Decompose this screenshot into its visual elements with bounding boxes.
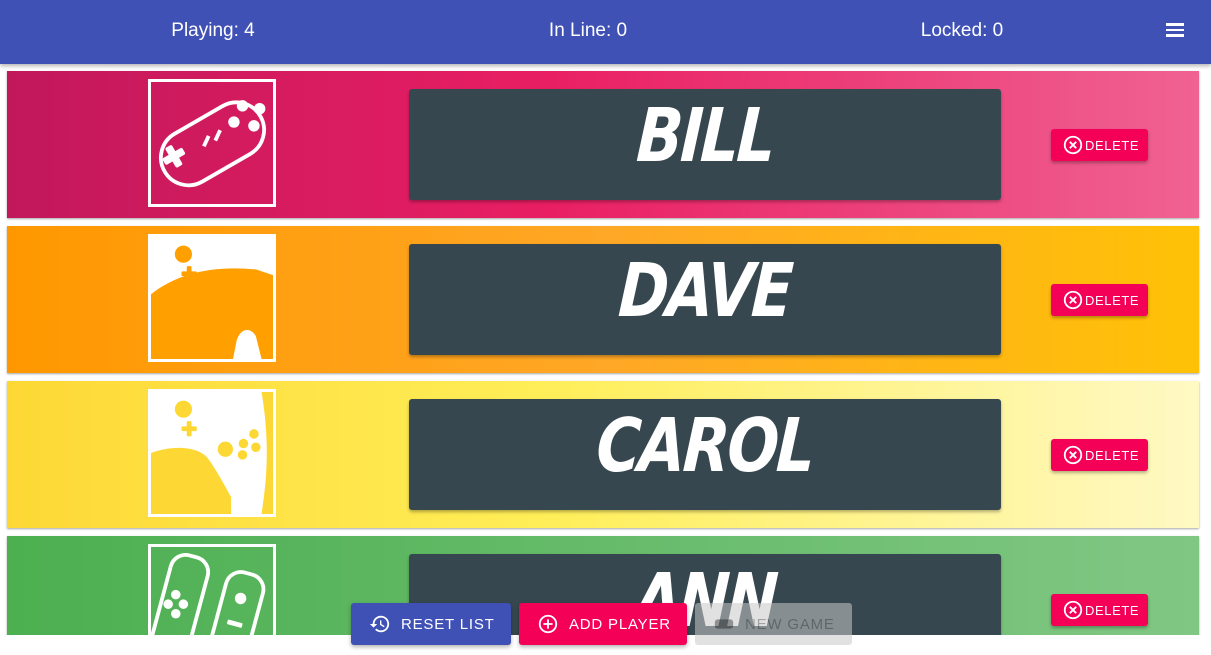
player-name: Dave bbox=[616, 248, 794, 334]
new-game-button[interactable]: NEW GAME bbox=[695, 603, 852, 645]
player-row: Bill DELETE bbox=[7, 71, 1199, 218]
player-name-card: Carol bbox=[409, 399, 1001, 510]
reset-list-button[interactable]: RESET LIST bbox=[351, 603, 511, 645]
player-list: Bill DELETE bbox=[0, 64, 1211, 635]
player-name-card: Dave bbox=[409, 244, 1001, 355]
history-icon bbox=[369, 615, 390, 633]
delete-label: DELETE bbox=[1085, 447, 1140, 463]
cancel-circle-icon bbox=[1063, 135, 1083, 155]
hamburger-menu-icon[interactable] bbox=[1162, 20, 1188, 44]
delete-player-button[interactable]: DELETE bbox=[1051, 129, 1148, 161]
top-app-bar: Playing: 4 In Line: 0 Locked: 0 bbox=[0, 0, 1211, 64]
delete-player-button[interactable]: DELETE bbox=[1051, 439, 1148, 471]
cancel-circle-icon bbox=[1063, 445, 1083, 465]
add-player-button[interactable]: ADD PLAYER bbox=[519, 603, 687, 645]
add-label: ADD PLAYER bbox=[569, 615, 671, 633]
locked-count: Locked: 0 bbox=[920, 20, 1004, 41]
switch-pro-controller-icon bbox=[148, 389, 276, 517]
add-circle-icon bbox=[538, 614, 558, 634]
playing-count: Playing: 4 bbox=[171, 20, 255, 41]
player-name: Bill bbox=[634, 93, 776, 179]
in-line-count: In Line: 0 bbox=[548, 20, 628, 41]
delete-label: DELETE bbox=[1085, 137, 1140, 153]
gamepad-icon bbox=[714, 619, 734, 629]
delete-player-button[interactable]: DELETE bbox=[1051, 284, 1148, 316]
player-row: Carol DELETE bbox=[7, 381, 1199, 528]
switch-pro-controller-icon bbox=[148, 234, 276, 362]
delete-label: DELETE bbox=[1085, 292, 1140, 308]
player-row: Dave DELETE bbox=[7, 226, 1199, 373]
new-game-label: NEW GAME bbox=[745, 615, 835, 633]
player-name: Carol bbox=[594, 403, 816, 489]
gamepad-outline-icon bbox=[148, 79, 276, 207]
cancel-circle-icon bbox=[1063, 290, 1083, 310]
player-name-card: Bill bbox=[409, 89, 1001, 200]
reset-label: RESET LIST bbox=[401, 615, 495, 633]
action-bar: RESET LIST ADD PLAYER NEW GAME bbox=[0, 603, 1211, 645]
